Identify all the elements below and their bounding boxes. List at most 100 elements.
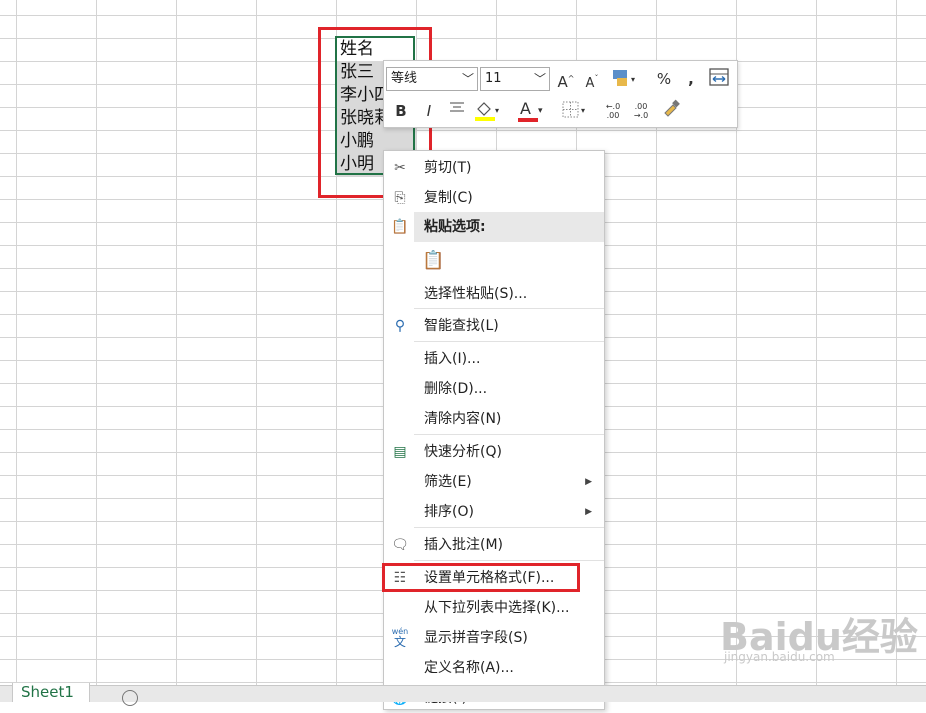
menu-separator	[414, 560, 604, 561]
font-size-value: 11	[485, 71, 502, 86]
accounting-format-icon: ▾	[613, 70, 635, 86]
paste-options-header: 粘贴选项:	[414, 212, 604, 242]
context-menu: ✂ 剪切(T) ⎘ 复制(C) 📋 粘贴选项: 📋 选择性粘贴(S)... ⚲ …	[383, 150, 605, 710]
submenu-arrow-icon: ▶	[585, 477, 592, 487]
scissors-icon: ✂	[394, 160, 406, 176]
font-name-combo[interactable]: 等线 ﹀	[386, 67, 478, 91]
menu-item-label: 复制(C)	[424, 190, 473, 206]
paste-icon: 📋	[391, 219, 409, 235]
increase-decimal-button[interactable]: ←.0 .00	[602, 99, 624, 123]
decrease-font-button[interactable]: Aˇ	[581, 67, 603, 91]
menu-separator	[414, 308, 604, 309]
menu-item-define-name[interactable]: 定义名称(A)...	[384, 653, 604, 683]
highlight-box-format-cells	[382, 563, 580, 592]
percent-style-button[interactable]: %	[653, 67, 675, 91]
font-size-combo[interactable]: 11 ﹀	[480, 67, 550, 91]
merge-cells-icon	[709, 68, 729, 86]
fill-color-icon: ▾	[475, 102, 499, 121]
smart-lookup-icon: ⚲	[394, 318, 406, 334]
font-name-value: 等线	[391, 71, 418, 86]
menu-item-label: 删除(D)...	[424, 381, 488, 397]
comma-style-button[interactable]: ,	[680, 67, 702, 91]
paste-icon: 📋	[422, 250, 445, 271]
menu-item-label: 插入批注(M)	[424, 537, 504, 553]
pinyin-icon: wén 文	[391, 627, 409, 649]
paste-default-button[interactable]: 📋	[384, 246, 604, 274]
chevron-down-icon: ▾	[538, 106, 543, 116]
sheet-tab-bar: Sheet1	[0, 683, 926, 706]
menu-item-delete[interactable]: 删除(D)...	[384, 374, 604, 404]
menu-item-clear-contents[interactable]: 清除内容(N)	[384, 404, 604, 434]
grid-column-line	[816, 0, 817, 685]
grid-row-line	[0, 130, 926, 131]
menu-item-cut[interactable]: ✂ 剪切(T)	[384, 153, 604, 183]
menu-item-label: 选择性粘贴(S)...	[424, 286, 528, 302]
borders-icon: ▾	[562, 101, 585, 118]
menu-separator	[414, 527, 604, 528]
menu-item-label: 粘贴选项:	[424, 219, 486, 235]
quick-analysis-icon: ▤	[393, 444, 407, 460]
menu-item-insert[interactable]: 插入(I)...	[384, 344, 604, 374]
sheet-tab-label: Sheet1	[21, 683, 74, 701]
grid-column-line	[16, 0, 17, 685]
decrease-decimal-button[interactable]: .00 →.0	[630, 99, 652, 123]
svg-text:▾: ▾	[495, 106, 499, 115]
italic-icon: I	[426, 102, 432, 120]
svg-text:▾: ▾	[631, 75, 635, 84]
menu-item-label: 插入(I)...	[424, 351, 481, 367]
menu-item-sort[interactable]: 排序(O) ▶	[384, 497, 604, 527]
decrease-decimal-icon: .00 →.0	[633, 102, 649, 120]
grid-row-line	[0, 38, 926, 39]
mini-toolbar: 等线 ﹀ 11 ﹀ A^ Aˇ ▾ % , B I ▾ A ▾ ▾ ←.0 .0…	[383, 60, 738, 128]
fill-color-button[interactable]: ▾	[472, 99, 502, 123]
menu-item-label: 从下拉列表中选择(K)...	[424, 600, 570, 616]
menu-item-label: 快速分析(Q)	[424, 444, 502, 460]
wrap-merge-button[interactable]	[708, 67, 730, 91]
accounting-format-button[interactable]: ▾	[610, 67, 638, 91]
grid-column-line	[176, 0, 177, 685]
increase-font-icon: A	[557, 73, 568, 91]
chevron-down-icon: ﹀	[533, 72, 546, 86]
menu-item-paste-special[interactable]: 选择性粘贴(S)...	[384, 279, 604, 309]
menu-item-filter[interactable]: 筛选(E) ▶	[384, 467, 604, 497]
menu-separator	[414, 341, 604, 342]
menu-item-label: 筛选(E)	[424, 474, 472, 490]
watermark-sub: jingyan.baidu.com	[724, 650, 835, 664]
font-color-button[interactable]: A ▾	[516, 99, 546, 123]
copy-icon: ⎘	[394, 190, 406, 206]
comment-icon: 🗨	[391, 537, 409, 553]
menu-item-quick-analysis[interactable]: ▤ 快速分析(Q)	[384, 437, 604, 467]
watermark: Baidu经验 jingyan.baidu.com	[720, 606, 920, 664]
menu-item-label: 定义名称(A)...	[424, 660, 514, 676]
menu-item-label: 智能查找(L)	[424, 318, 499, 334]
percent-icon: %	[656, 70, 672, 88]
increase-decimal-icon: ←.0 .00	[605, 102, 621, 120]
submenu-arrow-icon: ▶	[585, 507, 592, 517]
menu-item-pick-from-list[interactable]: 从下拉列表中选择(K)...	[384, 593, 604, 623]
grid-column-line	[256, 0, 257, 685]
format-painter-button[interactable]	[660, 99, 682, 123]
menu-item-label: 清除内容(N)	[424, 411, 502, 427]
italic-button[interactable]: I	[418, 99, 440, 123]
menu-item-label: 排序(O)	[424, 504, 474, 520]
bold-icon: B	[395, 102, 407, 120]
menu-separator	[414, 434, 604, 435]
chevron-down-icon: ﹀	[461, 72, 474, 86]
bold-button[interactable]: B	[390, 99, 412, 123]
increase-font-button[interactable]: A^	[555, 67, 577, 91]
menu-item-label: 显示拼音字段(S)	[424, 630, 528, 646]
menu-item-insert-comment[interactable]: 🗨 插入批注(M)	[384, 530, 604, 560]
borders-button[interactable]: ▾	[560, 99, 590, 123]
sheet-tab[interactable]: Sheet1	[12, 683, 90, 702]
menu-item-copy[interactable]: ⎘ 复制(C)	[384, 183, 604, 213]
menu-item-show-pinyin[interactable]: wén 文 显示拼音字段(S)	[384, 623, 604, 653]
grid-row-line	[0, 15, 926, 16]
align-center-button[interactable]	[446, 99, 468, 123]
menu-item-label: 剪切(T)	[424, 160, 472, 176]
menu-item-smart-lookup[interactable]: ⚲ 智能查找(L)	[384, 311, 604, 341]
font-color-swatch	[518, 118, 538, 122]
add-sheet-icon[interactable]	[122, 690, 138, 706]
grid-column-line	[896, 0, 897, 685]
grid-column-line	[96, 0, 97, 685]
comma-icon: ,	[688, 70, 694, 88]
